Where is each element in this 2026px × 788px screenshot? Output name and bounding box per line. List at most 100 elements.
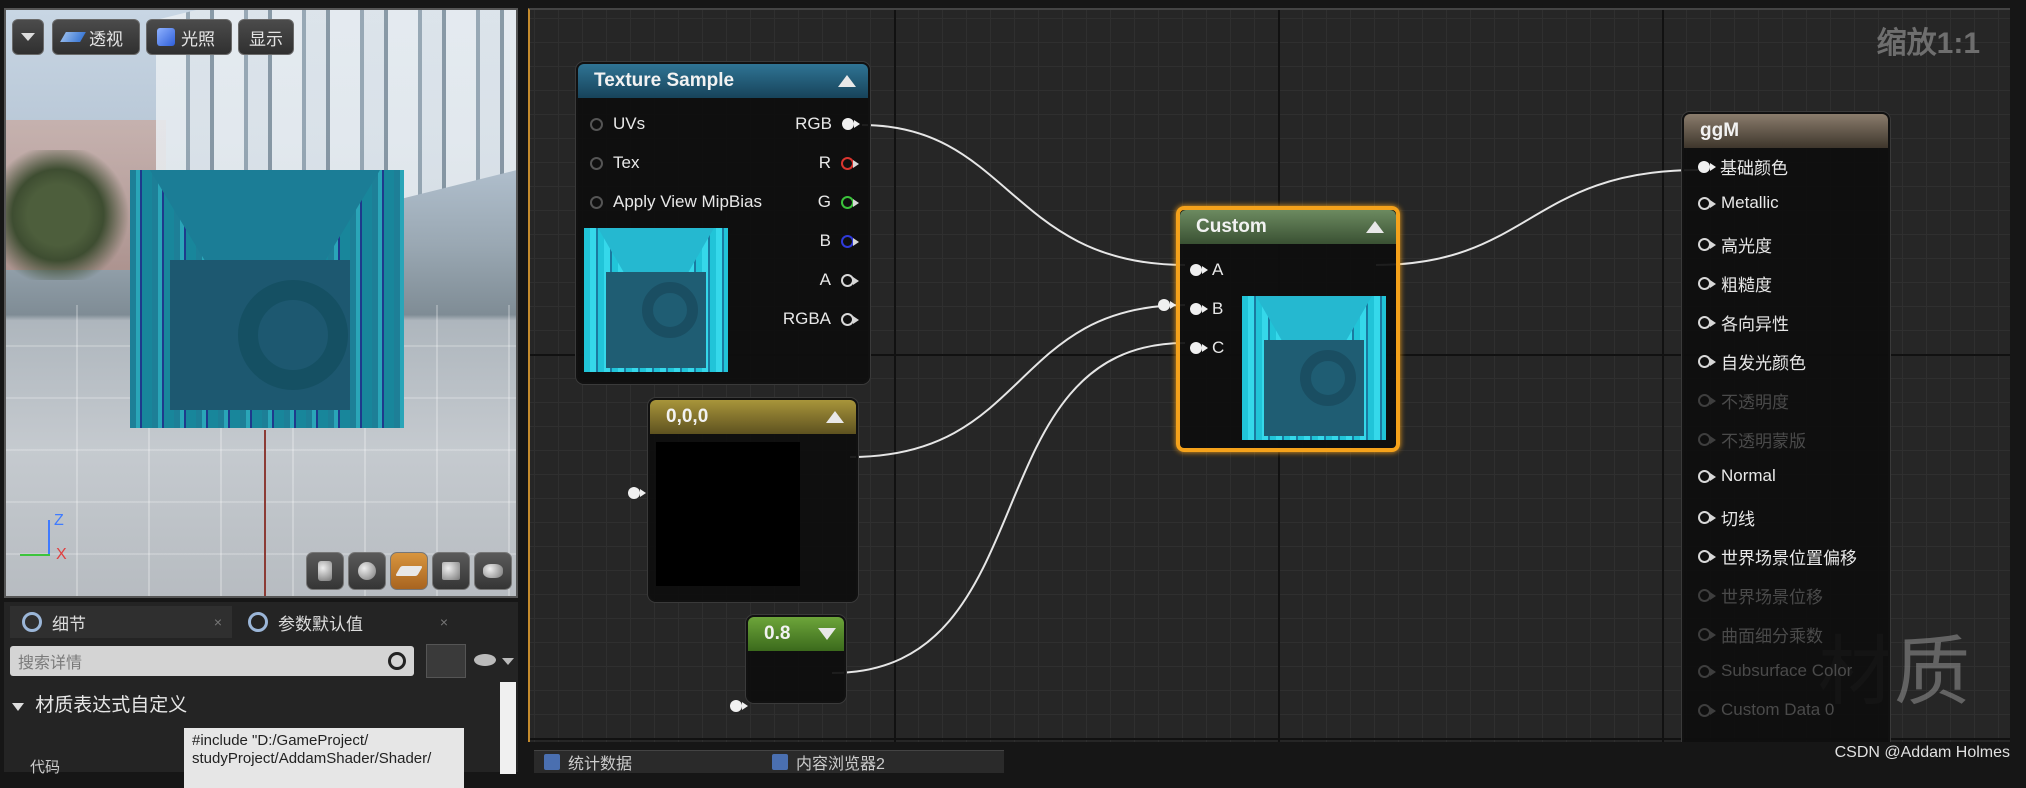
pin-icon[interactable] — [1698, 277, 1716, 290]
details-search-placeholder: 搜索详情 — [18, 655, 83, 672]
pin-icon[interactable] — [1190, 342, 1208, 354]
grid-view-icon[interactable] — [426, 644, 466, 678]
pin-icon[interactable] — [1190, 264, 1208, 276]
output-g[interactable]: G — [818, 192, 859, 212]
viewport-menu-button[interactable] — [12, 19, 44, 55]
material-input[interactable]: 高光度 — [1698, 232, 1772, 257]
section-custom-expression[interactable]: 材质表达式自定义 — [12, 690, 187, 717]
pin-icon[interactable] — [1190, 303, 1208, 315]
pin-icon[interactable] — [1698, 550, 1716, 563]
pin-icon[interactable] — [1698, 589, 1716, 602]
pin-icon[interactable] — [590, 156, 603, 170]
input-uvs[interactable]: UVs — [590, 114, 645, 134]
collapse-icon[interactable] — [826, 411, 844, 423]
pin-icon[interactable] — [1698, 160, 1716, 173]
collapse-icon[interactable] — [1366, 221, 1384, 233]
details-scrollbar[interactable] — [500, 682, 516, 774]
material-header[interactable]: ggM — [1684, 114, 1888, 148]
cube-icon[interactable] — [432, 552, 470, 590]
material-preview-viewport[interactable]: 透视 光照 显示 Z X — [4, 8, 518, 598]
sphere-icon[interactable] — [348, 552, 386, 590]
material-input[interactable]: 曲面细分乘数 — [1698, 622, 1823, 647]
material-input[interactable]: Metallic — [1698, 193, 1779, 213]
plane-icon[interactable] — [390, 552, 428, 590]
material-input-label: Normal — [1721, 466, 1776, 485]
material-input[interactable]: 自发光颜色 — [1698, 349, 1806, 374]
custom-input-a[interactable]: A — [1190, 260, 1223, 280]
tab-content-browser[interactable]: 内容浏览器2 — [762, 750, 1004, 773]
material-input[interactable]: 不透明度 — [1698, 388, 1789, 413]
custom-node[interactable]: Custom A B C — [1158, 206, 1400, 452]
custom-input-c[interactable]: C — [1190, 338, 1224, 358]
pin-icon[interactable] — [1698, 196, 1716, 210]
custom-output-pin[interactable] — [1158, 299, 1176, 311]
constant3-node[interactable]: 0,0,0 — [628, 398, 858, 602]
material-input[interactable]: 各向异性 — [1698, 310, 1789, 335]
material-input[interactable]: 粗糙度 — [1698, 271, 1772, 296]
pin-icon[interactable] — [1698, 238, 1716, 251]
input-tex[interactable]: Tex — [590, 153, 639, 173]
output-rgba[interactable]: RGBA — [783, 309, 859, 329]
output-a[interactable]: A — [820, 270, 859, 290]
pin-icon[interactable] — [1698, 355, 1716, 368]
texture-sample-header[interactable]: Texture Sample — [578, 64, 868, 98]
pin-icon[interactable] — [1698, 628, 1716, 641]
output-b[interactable]: B — [820, 231, 859, 251]
show-button[interactable]: 显示 — [238, 19, 294, 55]
constant3-header[interactable]: 0,0,0 — [650, 400, 856, 434]
pin-icon[interactable] — [841, 312, 859, 326]
material-input[interactable]: Custom Data 0 — [1698, 700, 1834, 720]
tab-details-close[interactable]: × — [214, 614, 222, 630]
pin-icon[interactable] — [590, 117, 603, 131]
pin-icon[interactable] — [841, 195, 859, 209]
input-mipbias[interactable]: Apply View MipBias — [590, 192, 762, 212]
pin-icon[interactable] — [841, 273, 859, 287]
pin-icon[interactable] — [1698, 394, 1716, 407]
perspective-button[interactable]: 透视 — [52, 19, 140, 55]
tab-stats[interactable]: 统计数据 — [534, 750, 776, 773]
tab-details[interactable]: 细节 × — [10, 606, 232, 638]
scalar-header[interactable]: 0.8 — [748, 617, 844, 651]
pin-icon[interactable] — [1698, 664, 1716, 678]
material-result-node[interactable]: ggM 基础颜色 Metallic 高光度粗糙度各向异性自发光颜色不透明度不透明蒙版… — [1682, 112, 1890, 742]
material-input[interactable]: Normal — [1698, 466, 1776, 486]
details-search-input[interactable]: 搜索详情 — [10, 646, 414, 676]
texture-sample-node[interactable]: Texture Sample UVs Tex Apply View MipBia… — [576, 62, 870, 384]
material-graph-canvas[interactable]: 缩放1:1 材质 Texture Sample UVs Tex Apply Vi… — [528, 8, 2010, 742]
output-pin[interactable] — [730, 700, 748, 712]
custom-header[interactable]: Custom — [1180, 210, 1396, 244]
wire-const3-to-b — [849, 304, 1186, 458]
pin-icon[interactable] — [841, 156, 859, 170]
material-input[interactable]: 世界场景位置偏移 — [1698, 544, 1857, 569]
tab-param-defaults[interactable]: 参数默认值 × — [236, 606, 458, 638]
pin-icon[interactable] — [841, 234, 859, 248]
material-input[interactable]: 基础颜色 — [1698, 154, 1788, 179]
code-textbox[interactable]: #include "D:/GameProject/ studyProject/A… — [184, 728, 464, 788]
expand-icon[interactable] — [818, 628, 836, 640]
material-input[interactable]: 切线 — [1698, 505, 1755, 530]
custom-preview-thumbnail — [1242, 296, 1386, 440]
cylinder-icon[interactable] — [306, 552, 344, 590]
material-input[interactable]: 世界场景位移 — [1698, 583, 1823, 608]
output-pin[interactable] — [628, 487, 646, 499]
input-tex-label: Tex — [613, 153, 640, 172]
teapot-icon[interactable] — [474, 552, 512, 590]
tab-param-defaults-close[interactable]: × — [440, 614, 448, 630]
pin-icon[interactable] — [1698, 433, 1716, 446]
custom-input-b[interactable]: B — [1190, 299, 1223, 319]
material-input[interactable]: Subsurface Color — [1698, 661, 1852, 681]
params-search-icon — [248, 612, 268, 632]
lit-button[interactable]: 光照 — [146, 19, 232, 55]
collapse-icon[interactable] — [838, 75, 856, 87]
eye-icon[interactable] — [472, 650, 516, 672]
pin-icon[interactable] — [1698, 511, 1716, 524]
material-input[interactable]: 不透明蒙版 — [1698, 427, 1806, 452]
pin-icon[interactable] — [590, 195, 603, 209]
pin-icon[interactable] — [1698, 469, 1716, 483]
pin-icon[interactable] — [1698, 316, 1716, 329]
output-rgb[interactable]: RGB — [795, 114, 860, 134]
pin-icon[interactable] — [842, 118, 860, 130]
pin-icon[interactable] — [1698, 703, 1716, 717]
output-r[interactable]: R — [819, 153, 859, 173]
scalar-node[interactable]: 0.8 — [730, 615, 846, 712]
